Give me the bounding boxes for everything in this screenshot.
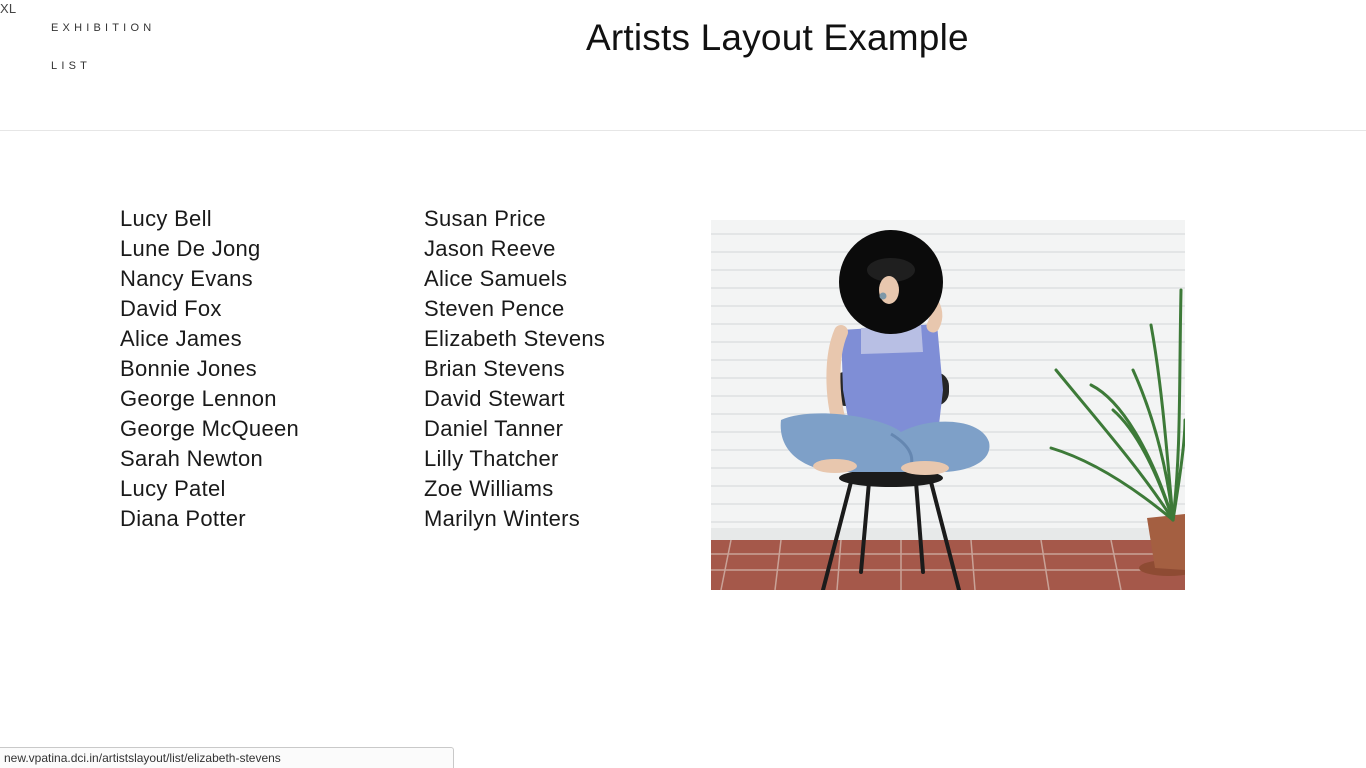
- header-divider: [0, 130, 1366, 131]
- artist-link[interactable]: Daniel Tanner: [424, 415, 605, 445]
- artist-link[interactable]: Susan Price: [424, 205, 605, 235]
- artist-link[interactable]: Lucy Patel: [120, 475, 299, 505]
- status-bar-url: new.vpatina.dci.in/artistslayout/list/el…: [0, 747, 454, 768]
- artist-link[interactable]: David Stewart: [424, 385, 605, 415]
- page-title: Artists Layout Example: [586, 17, 969, 58]
- artist-link[interactable]: David Fox: [120, 295, 299, 325]
- artist-link[interactable]: George McQueen: [120, 415, 299, 445]
- page: XL EXHIBITION LIST Artists Layout Exampl…: [0, 0, 1366, 768]
- artist-link[interactable]: Lilly Thatcher: [424, 445, 605, 475]
- artist-link[interactable]: Nancy Evans: [120, 265, 299, 295]
- nav-list-link[interactable]: LIST: [51, 60, 155, 72]
- artist-list-column-2: Susan Price Jason Reeve Alice Samuels St…: [424, 205, 605, 535]
- breakpoint-label: XL: [0, 1, 17, 16]
- artist-link[interactable]: Alice Samuels: [424, 265, 605, 295]
- artist-link[interactable]: Sarah Newton: [120, 445, 299, 475]
- artist-link[interactable]: Marilyn Winters: [424, 505, 605, 535]
- artist-link[interactable]: Lucy Bell: [120, 205, 299, 235]
- artist-link[interactable]: Diana Potter: [120, 505, 299, 535]
- artist-link[interactable]: Jason Reeve: [424, 235, 605, 265]
- artist-link[interactable]: Brian Stevens: [424, 355, 605, 385]
- artist-link[interactable]: Lune De Jong: [120, 235, 299, 265]
- artist-list-column-1: Lucy Bell Lune De Jong Nancy Evans David…: [120, 205, 299, 535]
- artist-link[interactable]: Bonnie Jones: [120, 355, 299, 385]
- artist-link[interactable]: Zoe Williams: [424, 475, 605, 505]
- artist-link[interactable]: Steven Pence: [424, 295, 605, 325]
- artist-link[interactable]: Alice James: [120, 325, 299, 355]
- artist-link[interactable]: George Lennon: [120, 385, 299, 415]
- artist-link[interactable]: Elizabeth Stevens: [424, 325, 605, 355]
- nav-exhibition-link[interactable]: EXHIBITION: [51, 22, 155, 34]
- side-nav: EXHIBITION LIST: [51, 22, 155, 72]
- artist-feature-image: [711, 220, 1185, 590]
